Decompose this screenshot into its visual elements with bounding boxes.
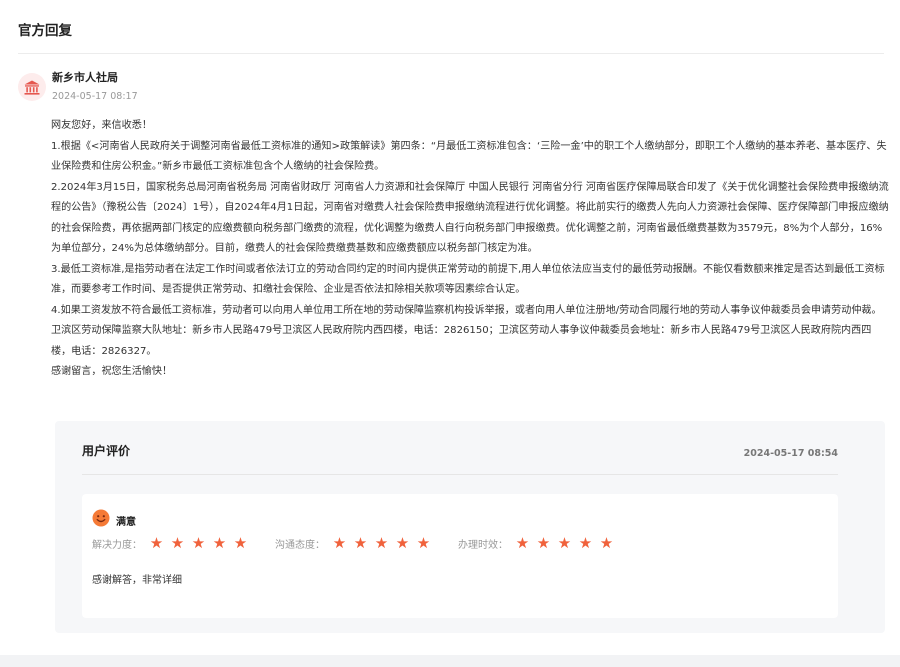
star-icon: ★ [395, 534, 410, 552]
rating-label: 解决力度： [92, 540, 142, 551]
star-rating: ★ ★ ★ ★ ★ [512, 536, 617, 551]
star-icon: ★ [374, 534, 389, 552]
smile-face-icon [92, 509, 110, 531]
org-header: 新乡市人社局 2024-05-17 08:17 [18, 70, 138, 104]
reply-paragraph: 3.最低工资标准,是指劳动者在法定工作时间或者依法订立的劳动合同约定的时间内提供… [51, 263, 885, 296]
star-rating: ★ ★ ★ ★ ★ [329, 536, 434, 551]
star-icon: ★ [332, 534, 347, 552]
evaluation-detail: 满意 解决力度： ★ ★ ★ ★ ★ 沟通态度： ★ ★ ★ ★ ★ 办理时效： ★ ★ ★ ★ ★ 感… [82, 494, 838, 618]
star-icon: ★ [416, 534, 431, 552]
reply-paragraph: 网友您好，来信收悉！ [51, 120, 152, 131]
reply-content: 网友您好，来信收悉！ 1.根据《<河南省人民政府关于调整河南省最低工资标准的通知… [51, 116, 891, 383]
rating-label: 办理时效： [458, 540, 508, 551]
star-icon: ★ [515, 534, 530, 552]
satisfaction-label: 满意 [116, 516, 136, 528]
star-icon: ★ [212, 534, 227, 552]
ratings-row: 解决力度： ★ ★ ★ ★ ★ 沟通态度： ★ ★ ★ ★ ★ 办理时效： ★ ★ ★ ★ ★ [92, 536, 617, 552]
star-icon: ★ [191, 534, 206, 552]
reply-paragraph: 2.2024年3月15日，国家税务总局河南省税务局 河南省财政厅 河南省人力资源… [51, 181, 889, 255]
star-icon: ★ [599, 534, 614, 552]
evaluation-divider [82, 474, 838, 475]
rating-label: 沟通态度： [275, 540, 325, 551]
org-name: 新乡市人社局 [52, 71, 118, 84]
evaluation-title: 用户评价 [82, 444, 131, 458]
star-rating: ★ ★ ★ ★ ★ [146, 536, 251, 551]
star-icon: ★ [536, 534, 551, 552]
reply-paragraph: 感谢留言，祝您生活愉快！ [51, 366, 173, 377]
satisfaction-row: 满意 [92, 509, 136, 531]
page-bottom-band [0, 655, 900, 667]
star-icon: ★ [353, 534, 368, 552]
star-icon: ★ [149, 534, 164, 552]
user-evaluation-card: 用户评价 2024-05-17 08:54 满意 解决力度： ★ ★ ★ ★ ★ 沟通态… [55, 421, 885, 633]
title-divider [18, 53, 884, 54]
star-icon: ★ [557, 534, 572, 552]
rating-resolution: 解决力度： ★ ★ ★ ★ ★ [92, 536, 251, 552]
reply-paragraph: 4.如果工资发放不符合最低工资标准，劳动者可以向用人单位用工所在地的劳动保障监察… [51, 304, 882, 357]
user-comment: 感谢解答，非常详细 [92, 575, 182, 586]
evaluation-timestamp: 2024-05-17 08:54 [743, 448, 838, 459]
section-title: 官方回复 [18, 23, 72, 39]
rating-timeliness: 办理时效： ★ ★ ★ ★ ★ [458, 536, 617, 552]
rating-attitude: 沟通态度： ★ ★ ★ ★ ★ [275, 536, 434, 552]
star-icon: ★ [233, 534, 248, 552]
star-icon: ★ [578, 534, 593, 552]
bank-building-icon [18, 73, 46, 101]
star-icon: ★ [170, 534, 185, 552]
reply-timestamp: 2024-05-17 08:17 [52, 91, 138, 102]
reply-paragraph: 1.根据《<河南省人民政府关于调整河南省最低工资标准的通知>政策解读》第四条：“… [51, 140, 887, 173]
